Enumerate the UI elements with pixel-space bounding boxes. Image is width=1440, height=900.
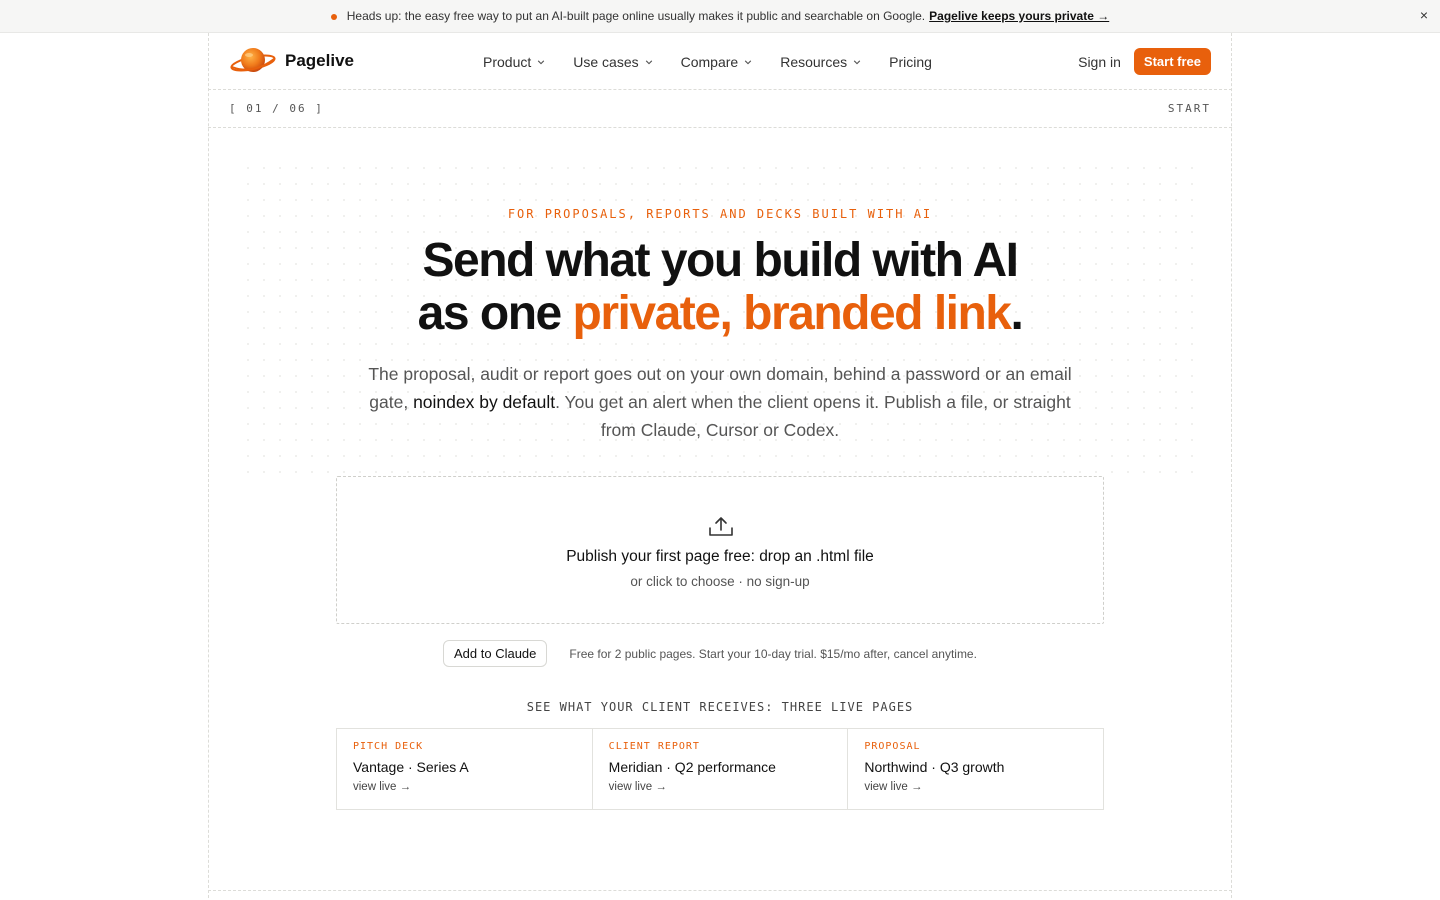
pricing-note: Free for 2 public pages. Start your 10-d… [569, 646, 977, 661]
headline-accent: private, branded link [572, 287, 1012, 340]
menu-item-label: Product [483, 53, 532, 70]
card-kicker: PROPOSAL [864, 741, 921, 752]
section-step-bar: [ 01 / 06 ] START [208, 90, 1232, 128]
view-live-link[interactable]: view live → [353, 781, 576, 793]
section-label: START [1167, 102, 1211, 115]
subheading-emphasis: noindex by default [413, 392, 556, 412]
chevron-down-icon [853, 59, 861, 64]
showcase-label: SEE WHAT YOUR CLIENT RECEIVES: THREE LIV… [526, 700, 914, 714]
chevron-down-icon [745, 59, 752, 64]
menu-item-compare[interactable]: Compare [681, 54, 753, 70]
step-counter: [ 01 / 06 ] [229, 102, 324, 115]
announcement-dot-icon [330, 14, 337, 20]
menu-item-label: Resources [780, 53, 848, 70]
showcase-card-client-report[interactable]: CLIENT REPORT Meridian · Q2 performance … [591, 729, 848, 809]
main-menu: Product Use cases Compare Resources Pric… [483, 33, 932, 90]
card-title: Northwind · Q3 growth [864, 759, 1005, 775]
nav-actions: Sign in Start free [1078, 33, 1211, 90]
announcement-text: Heads up: the easy free way to put an AI… [346, 9, 926, 23]
card-kicker: CLIENT REPORT [608, 741, 700, 752]
menu-item-label: Use cases [573, 53, 639, 70]
headline-prefix: as one [417, 287, 573, 340]
hero-eyebrow: FOR PROPOSALS, REPORTS AND DECKS BUILT W… [507, 207, 933, 221]
view-live-link[interactable]: view live → [609, 781, 832, 793]
headline-line-1: Send what you build with AI [422, 234, 1019, 287]
menu-item-use-cases[interactable]: Use cases [573, 54, 652, 70]
planet-logo-icon [230, 48, 276, 72]
add-to-claude-button[interactable]: Add to Claude [443, 640, 548, 667]
menu-item-pricing[interactable]: Pricing [889, 54, 932, 70]
drop-zone-subtitle: or click to choose · no sign-up [630, 574, 810, 589]
brand-logo[interactable]: Pagelive [229, 45, 354, 77]
brand-name: Pagelive [285, 51, 354, 70]
card-kicker: PITCH DECK [353, 741, 424, 752]
card-title: Vantage · Series A [353, 759, 469, 775]
hero-headline: Send what you build with AI as one priva… [0, 234, 1440, 340]
view-live-link[interactable]: view live → [864, 781, 1087, 793]
upload-icon [709, 517, 733, 536]
menu-item-label: Pricing [889, 53, 932, 70]
cta-row: Add to Claude Free for 2 public pages. S… [443, 640, 977, 667]
subheading-part-2: . You get an alert when the client opens… [555, 392, 1071, 440]
showcase-card-proposal[interactable]: PROPOSAL Northwind · Q3 growth view live… [847, 729, 1103, 809]
menu-item-resources[interactable]: Resources [780, 54, 861, 70]
headline-suffix: . [1010, 287, 1024, 340]
announcement-link[interactable]: Pagelive keeps yours private → [929, 9, 1109, 23]
sign-in-link[interactable]: Sign in [1078, 54, 1121, 70]
chevron-down-icon [538, 59, 545, 64]
showcase-cards: PITCH DECK Vantage · Series A view live … [336, 728, 1104, 810]
top-nav: Pagelive Product Use cases Compare Resou… [208, 33, 1232, 90]
menu-item-product[interactable]: Product [483, 54, 545, 70]
drop-zone-title: Publish your first page free: drop an .h… [566, 548, 874, 565]
close-icon[interactable]: × [1420, 7, 1428, 23]
start-free-button[interactable]: Start free [1133, 48, 1211, 75]
section-divider [208, 890, 1232, 891]
menu-item-label: Compare [680, 53, 739, 70]
card-title: Meridian · Q2 performance [608, 759, 776, 775]
file-drop-zone[interactable]: Publish your first page free: drop an .h… [336, 476, 1104, 624]
chevron-down-icon [645, 59, 652, 64]
announcement-bar: Heads up: the easy free way to put an AI… [0, 0, 1440, 33]
showcase-card-pitch-deck[interactable]: PITCH DECK Vantage · Series A view live … [337, 729, 592, 809]
hero-subheading: The proposal, audit or report goes out o… [360, 360, 1080, 444]
